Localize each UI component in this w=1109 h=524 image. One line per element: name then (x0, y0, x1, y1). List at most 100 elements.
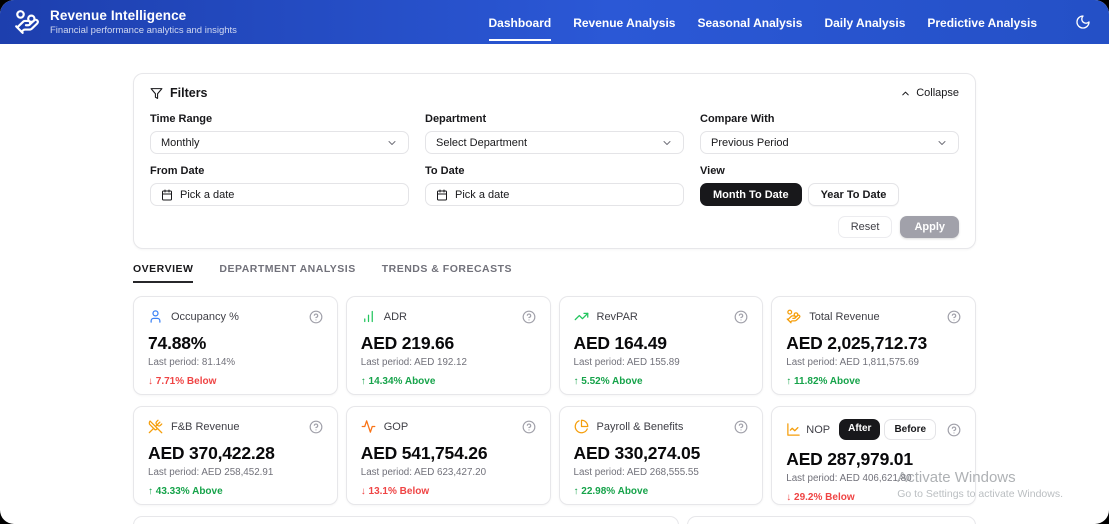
filter-icon (150, 87, 163, 99)
to-date-label: To Date (425, 165, 465, 177)
kpi-card-adr: ADR AED 219.66 Last period: AED 192.12 ↑… (345, 296, 551, 395)
kpi-delta: ↑ 14.34% Above (360, 376, 436, 387)
kpi-card-occupancy: Occupancy % 74.88% Last period: 81.14% ↓… (133, 296, 338, 395)
hand-coins-logo-icon (14, 9, 40, 35)
kpi-delta: ↓ 29.2% Below (786, 492, 855, 503)
kpi-delta: ↑ 11.82% Above (786, 376, 861, 387)
help-icon[interactable] (734, 310, 748, 324)
kpi-last-period: Last period: AED 406,621.80 (786, 473, 912, 484)
trending-up-icon (574, 309, 589, 324)
to-date-picker[interactable]: Pick a date (425, 183, 684, 206)
nop-after-button[interactable]: After (839, 419, 881, 440)
calendar-icon (162, 189, 172, 200)
app-window: Revenue Intelligence Financial performan… (0, 0, 1109, 524)
moon-icon[interactable] (1075, 14, 1091, 30)
department-field: Department Select Department (425, 113, 684, 154)
tab-department-analysis[interactable]: DEPARTMENT ANALYSIS (219, 263, 355, 283)
kpi-delta: ↑ 22.98% Above (573, 486, 649, 497)
nav-item-seasonal-analysis[interactable]: Seasonal Analysis (697, 3, 802, 41)
kpi-delta: ↑ 5.52% Above (573, 376, 643, 387)
kpi-card-payroll-benefits: Payroll & Benefits AED 330,274.05 Last p… (558, 406, 764, 505)
filters-title: Filters (150, 86, 208, 100)
kpi-last-period: Last period: AED 258,452.91 (148, 467, 274, 478)
chevron-down-icon (388, 140, 396, 145)
help-icon[interactable] (734, 420, 748, 434)
reset-button[interactable]: Reset (837, 216, 893, 238)
kpi-label: Occupancy % (171, 310, 239, 323)
app-title: Revenue Intelligence (50, 8, 187, 23)
help-icon[interactable] (947, 423, 961, 437)
kpi-last-period: Last period: 81.14% (148, 357, 236, 368)
main-nav: Dashboard Revenue Analysis Seasonal Anal… (488, 3, 1091, 41)
kpi-value: AED 330,274.05 (573, 443, 701, 463)
kpi-card-revpar: RevPAR AED 164.49 Last period: AED 155.8… (558, 296, 764, 395)
department-select[interactable]: Select Department (425, 131, 684, 154)
kpi-value: AED 219.66 (360, 333, 455, 353)
nav-item-revenue-analysis[interactable]: Revenue Analysis (573, 3, 675, 41)
kpi-last-period: Last period: AED 155.89 (573, 357, 680, 368)
kpi-delta: ↓ 13.1% Below (360, 486, 430, 497)
kpi-label: Total Revenue (809, 310, 880, 323)
time-range-label: Time Range (150, 113, 213, 125)
time-range-select[interactable]: Monthly (150, 131, 409, 154)
time-range-field: Time Range Monthly (150, 113, 409, 154)
chart-card-right-partial (687, 516, 976, 524)
tab-overview[interactable]: OVERVIEW (133, 263, 194, 283)
line-chart-icon (786, 422, 801, 437)
kpi-value: 74.88% (148, 333, 207, 353)
from-date-field: From Date Pick a date (150, 165, 409, 206)
compare-with-field: Compare With Previous Period (700, 113, 959, 154)
help-icon[interactable] (947, 310, 961, 324)
kpi-card-gop: GOP AED 541,754.26 Last period: AED 623,… (345, 406, 551, 505)
kpi-label: ADR (383, 310, 407, 323)
nop-before-button[interactable]: Before (884, 419, 937, 440)
help-icon[interactable] (309, 310, 323, 324)
kpi-label: NOP (806, 423, 831, 436)
compare-with-select[interactable]: Previous Period (700, 131, 959, 154)
kpi-delta: ↓ 7.71% Below (148, 376, 217, 387)
kpi-label: GOP (383, 420, 409, 433)
nop-toggle: After Before (839, 419, 937, 440)
kpi-label: Payroll & Benefits (596, 420, 684, 433)
utensils-crossed-icon (148, 419, 163, 434)
nav-item-dashboard[interactable]: Dashboard (488, 3, 552, 41)
calendar-icon (437, 189, 447, 200)
collapse-button[interactable]: Collapse (900, 87, 959, 99)
kpi-label: F&B Revenue (171, 420, 240, 433)
chevron-up-icon (902, 91, 909, 95)
kpi-card-grid: Occupancy % 74.88% Last period: 81.14% ↓… (133, 296, 976, 505)
kpi-last-period: Last period: AED 623,427.20 (360, 467, 487, 478)
from-date-label: From Date (150, 165, 205, 177)
kpi-label: RevPAR (596, 310, 638, 323)
apply-button[interactable]: Apply (900, 216, 959, 238)
nav-item-daily-analysis[interactable]: Daily Analysis (824, 3, 905, 41)
app-subtitle: Financial performance analytics and insi… (50, 25, 237, 36)
department-label: Department (425, 113, 487, 125)
kpi-value: AED 370,422.28 (148, 443, 275, 463)
help-icon[interactable] (522, 420, 536, 434)
help-icon[interactable] (522, 310, 536, 324)
kpi-card-fb-revenue: F&B Revenue AED 370,422.28 Last period: … (133, 406, 338, 505)
kpi-last-period: Last period: AED 1,811,575.69 (786, 357, 919, 368)
kpi-last-period: Last period: AED 268,555.55 (573, 467, 699, 478)
chevron-down-icon (663, 140, 671, 145)
chart-row-partial (133, 516, 976, 524)
view-label: View (700, 165, 725, 177)
kpi-last-period: Last period: AED 192.12 (360, 357, 467, 368)
view-month-to-date-button[interactable]: Month To Date (700, 183, 802, 206)
chevron-down-icon (938, 140, 946, 145)
kpi-card-total-revenue: Total Revenue AED 2,025,712.73 Last peri… (771, 296, 976, 395)
help-icon[interactable] (309, 420, 323, 434)
pie-chart-icon (574, 419, 589, 434)
kpi-delta: ↑ 43.33% Above (148, 486, 223, 497)
chart-card-left-partial (133, 516, 680, 524)
hand-coins-icon (786, 309, 801, 324)
kpi-value: AED 2,025,712.73 (786, 333, 928, 353)
user-icon (148, 309, 163, 324)
nav-item-predictive-analysis[interactable]: Predictive Analysis (927, 3, 1037, 41)
tab-trends-forecasts[interactable]: TRENDS & FORECASTS (382, 263, 512, 283)
from-date-picker[interactable]: Pick a date (150, 183, 409, 206)
kpi-value: AED 541,754.26 (360, 443, 488, 463)
view-year-to-date-button[interactable]: Year To Date (807, 183, 900, 206)
compare-with-label: Compare With (700, 113, 775, 125)
